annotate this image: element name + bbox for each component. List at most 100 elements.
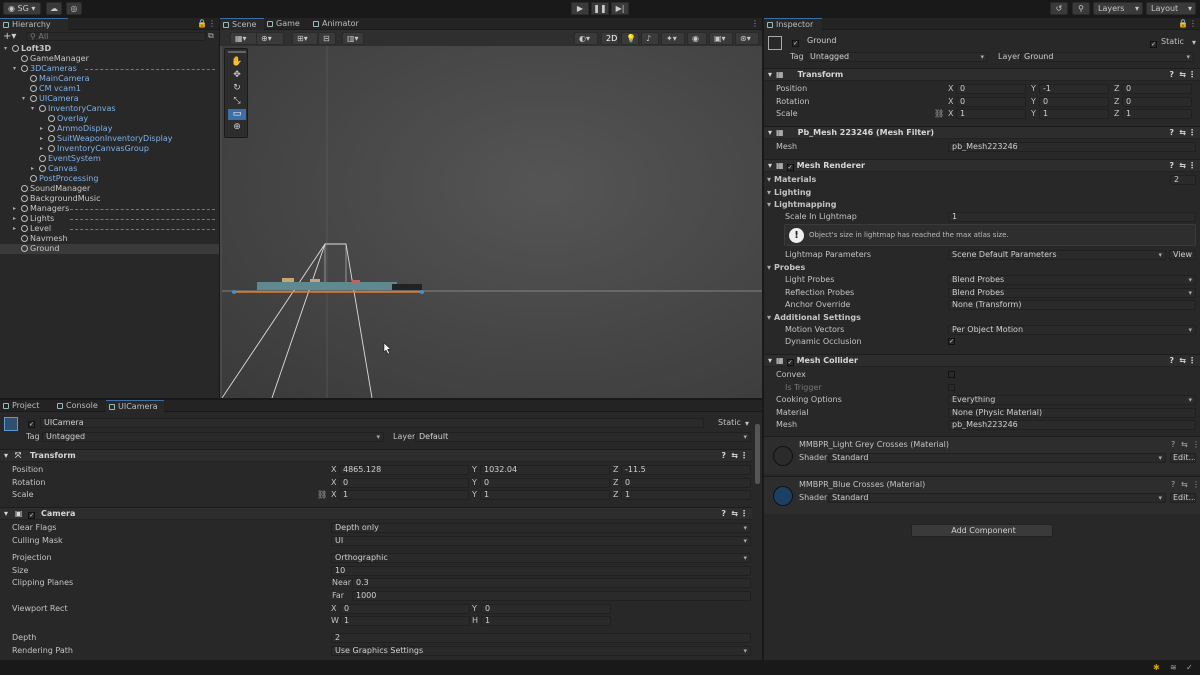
vector-field-y[interactable]: 1 bbox=[1039, 109, 1109, 119]
hierarchy-item[interactable]: MainCamera bbox=[0, 74, 219, 84]
static-checkbox[interactable]: ✓ bbox=[1150, 38, 1157, 48]
tab-game[interactable]: Game bbox=[264, 18, 308, 30]
view-button[interactable]: View bbox=[1169, 250, 1196, 260]
value-field[interactable]: pb_Mesh223246 bbox=[948, 420, 1196, 430]
viewport-w[interactable]: 1 bbox=[340, 616, 470, 626]
add-component-button[interactable]: Add Component bbox=[911, 524, 1053, 537]
collapse-arrow-icon[interactable]: ▸ bbox=[40, 124, 43, 134]
hierarchy-item[interactable]: Overlay bbox=[0, 114, 219, 124]
vector-field-y[interactable]: 0 bbox=[480, 478, 610, 488]
value-field[interactable]: 10 bbox=[331, 566, 751, 576]
vector-field-x[interactable]: 4865.128 bbox=[339, 465, 469, 475]
hierarchy-item[interactable]: Ground bbox=[0, 244, 219, 254]
dropdown-field[interactable]: Orthographic bbox=[331, 553, 751, 563]
mesh-collider-header[interactable]: ▾ ▦ ✓ Mesh Collider? ⇆ ⋮ bbox=[764, 354, 1200, 367]
menu-icon[interactable]: ⋮ bbox=[1188, 127, 1196, 139]
expand-arrow-icon[interactable]: ▾ bbox=[22, 94, 25, 104]
tab-project[interactable]: Project bbox=[0, 400, 48, 412]
menu-icon[interactable]: ⋮ bbox=[1188, 69, 1196, 81]
shader-dropdown[interactable]: Standard bbox=[828, 453, 1166, 463]
hierarchy-item[interactable]: PostProcessing bbox=[0, 174, 219, 184]
value-field[interactable]: 1 bbox=[948, 212, 1196, 222]
lock-icon[interactable]: 🔒 bbox=[197, 19, 207, 28]
move-tool-icon[interactable]: ✥ bbox=[228, 70, 246, 81]
preset-icon[interactable]: ⇆ bbox=[1179, 160, 1186, 172]
effects-icon[interactable]: ✦▾ bbox=[661, 32, 685, 45]
mode-2d-button[interactable]: 2D bbox=[601, 32, 619, 45]
tab-hierarchy[interactable]: Hierarchy bbox=[0, 18, 68, 30]
rotate-tool-icon[interactable]: ↻ bbox=[228, 83, 246, 94]
value-field[interactable]: None (Transform) bbox=[948, 300, 1196, 310]
vector-field-x[interactable]: 1 bbox=[956, 109, 1026, 119]
dropdown-field[interactable]: Everything bbox=[948, 395, 1196, 405]
link-icon[interactable]: ⛓ bbox=[934, 109, 944, 118]
mesh-renderer-header[interactable]: ▾ ▦ ✓ Mesh Renderer? ⇆ ⋮ bbox=[764, 159, 1200, 172]
help-icon[interactable]: ? bbox=[721, 450, 726, 462]
help-icon[interactable]: ? bbox=[1171, 440, 1175, 449]
static-dropdown-icon[interactable]: ▾ bbox=[745, 419, 749, 428]
light-icon[interactable]: 💡 bbox=[621, 32, 639, 45]
camera-icon[interactable]: ▣▾ bbox=[709, 32, 733, 45]
camera-header[interactable]: ▾ ▣ ✓ Camera ? ⇆ ⋮ bbox=[0, 507, 752, 520]
tag-dropdown[interactable]: Untagged bbox=[806, 52, 988, 62]
transform-header[interactable]: ▾ ⤧ Transform ? ⇆ ⋮ bbox=[0, 449, 752, 462]
hierarchy-item[interactable]: Navmesh bbox=[0, 234, 219, 244]
materials-count[interactable]: 2 bbox=[1170, 175, 1196, 185]
menu-icon[interactable]: ⋮ bbox=[751, 19, 759, 28]
menu-icon[interactable]: ⋮ bbox=[740, 450, 748, 462]
hierarchy-item[interactable]: ▾ InventoryCanvas bbox=[0, 104, 219, 114]
hierarchy-item[interactable]: CM vcam1 bbox=[0, 84, 219, 94]
vector-field-y[interactable]: 0 bbox=[1039, 97, 1109, 107]
hierarchy-item[interactable]: SoundManager bbox=[0, 184, 219, 194]
lightbulb-icon[interactable]: ✱ bbox=[1153, 663, 1160, 672]
gizmos-icon[interactable]: ⊛▾ bbox=[735, 32, 759, 45]
enabled-checkbox[interactable]: ✓ bbox=[28, 512, 36, 519]
help-icon[interactable]: ? bbox=[721, 508, 726, 520]
step-button[interactable]: ▶| bbox=[611, 2, 629, 15]
vector-field-z[interactable]: -11.5 bbox=[621, 465, 751, 475]
lock-icon[interactable]: 🔒 bbox=[1178, 19, 1188, 28]
viewport-h[interactable]: 1 bbox=[481, 616, 611, 626]
vector-field-z[interactable]: 0 bbox=[621, 478, 751, 488]
shading-icon[interactable]: ◐▾ bbox=[574, 32, 598, 45]
preset-icon[interactable]: ⇆ bbox=[1181, 480, 1188, 489]
dropdown-field[interactable]: Use Graphics Settings bbox=[331, 646, 751, 656]
vector-field-x[interactable]: 0 bbox=[956, 97, 1026, 107]
dropdown-field[interactable]: Per Object Motion bbox=[948, 325, 1196, 335]
vector-field-z[interactable]: 1 bbox=[621, 490, 751, 500]
dropdown-field[interactable]: Scene Default Parameters bbox=[948, 250, 1166, 260]
search-icon[interactable]: ⚲ bbox=[1072, 2, 1090, 15]
hierarchy-search[interactable]: ⚲ All bbox=[26, 32, 206, 41]
tag-dropdown[interactable]: Untagged bbox=[42, 432, 384, 442]
dropdown-field[interactable]: Blend Probes bbox=[948, 275, 1196, 285]
mesh-filter-header[interactable]: ▾ ▦ Pb_Mesh 223246 (Mesh Filter)? ⇆ ⋮ bbox=[764, 126, 1200, 139]
material-block[interactable]: MMBPR_Light Grey Crosses (Material) Shade… bbox=[764, 436, 1200, 474]
hierarchy-item[interactable]: ▸ AmmoDisplay bbox=[0, 124, 219, 134]
preset-icon[interactable]: ⇆ bbox=[1181, 440, 1188, 449]
viewport-x[interactable]: 0 bbox=[340, 604, 470, 614]
expand-arrow-icon[interactable]: ▾ bbox=[13, 64, 16, 74]
menu-icon[interactable]: ⋮ bbox=[1188, 160, 1196, 172]
scene-viewport[interactable]: ✋ ✥ ↻ ⤡ ▭ ⊕ bbox=[222, 46, 762, 398]
help-icon[interactable]: ? bbox=[1169, 160, 1174, 172]
expand-arrow-icon[interactable]: ▾ bbox=[4, 44, 7, 54]
globe-icon[interactable]: ⊕▾ bbox=[256, 32, 284, 45]
vector-field-y[interactable]: -1 bbox=[1039, 84, 1109, 94]
tab-console[interactable]: Console bbox=[54, 400, 102, 412]
layout-dropdown[interactable]: Layout ▾ bbox=[1146, 2, 1196, 15]
section-foldout[interactable]: ▾ Additional Settings bbox=[767, 313, 861, 323]
hand-tool-icon[interactable]: ✋ bbox=[228, 57, 246, 68]
collapse-arrow-icon[interactable]: ▸ bbox=[13, 204, 16, 214]
menu-icon[interactable]: ⋮ bbox=[1188, 355, 1196, 367]
help-icon[interactable]: ? bbox=[1169, 69, 1174, 81]
collapse-arrow-icon[interactable]: ▸ bbox=[13, 214, 16, 224]
visibility-icon[interactable]: ◉ bbox=[687, 32, 707, 45]
section-foldout[interactable]: ▾ Materials bbox=[767, 175, 816, 185]
preset-icon[interactable]: ⇆ bbox=[731, 450, 738, 462]
layer-dropdown[interactable]: Ground bbox=[1020, 52, 1194, 62]
preset-icon[interactable]: ⇆ bbox=[1179, 127, 1186, 139]
hierarchy-item[interactable]: ▾ Loft3D bbox=[0, 44, 219, 54]
preset-icon[interactable]: ⇆ bbox=[1179, 355, 1186, 367]
convex-checkbox[interactable] bbox=[948, 371, 955, 378]
name-field[interactable]: Ground bbox=[804, 37, 1148, 47]
